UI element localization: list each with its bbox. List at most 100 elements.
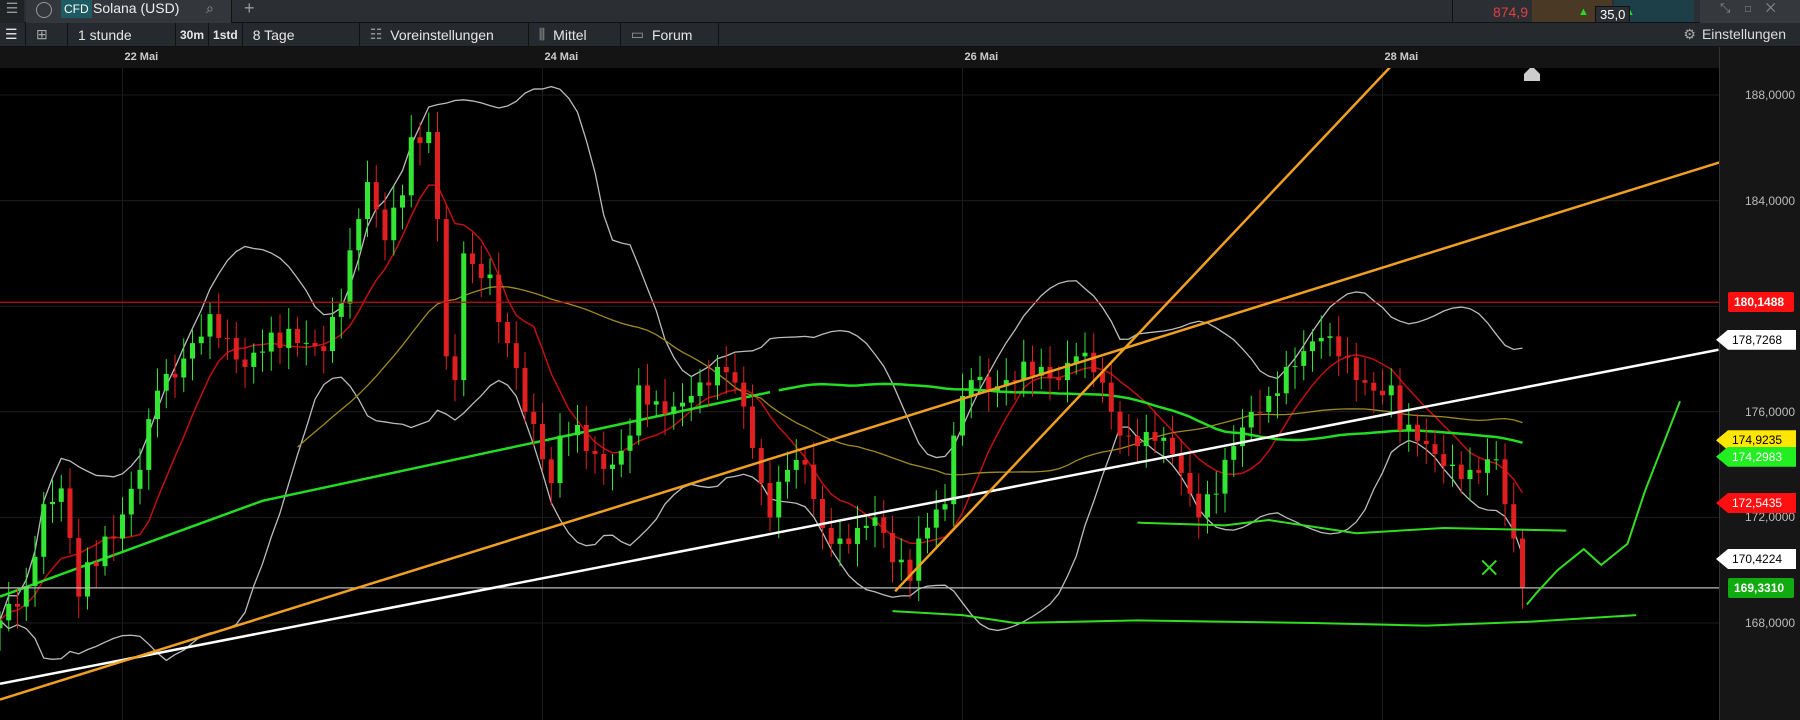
candle-body: [828, 527, 834, 544]
candle-body: [93, 562, 99, 567]
candle-body: [610, 464, 615, 469]
candle-body: [671, 406, 677, 414]
candle-body: [1327, 336, 1333, 338]
candle-body: [1493, 459, 1499, 461]
candle-body: [855, 527, 860, 545]
price-tag: 180,1488: [1728, 292, 1794, 313]
candle-body: [863, 525, 869, 528]
price-tag: 170,4224: [1716, 549, 1796, 570]
candle-body: [1082, 352, 1088, 357]
candle-body: [1135, 436, 1140, 447]
candle-body: [382, 209, 388, 241]
candle-body: [172, 373, 178, 378]
candle-body: [295, 328, 300, 344]
candle-body: [741, 382, 747, 407]
price-tag: 178,7268: [1716, 329, 1796, 350]
candle-body: [1345, 356, 1350, 358]
candle-body: [636, 385, 642, 436]
candle-body: [408, 137, 414, 196]
candle-body: [452, 356, 458, 381]
candle-body: [557, 435, 563, 484]
price-tag: 169,3310: [1728, 577, 1794, 598]
candle-body: [592, 451, 598, 455]
candle-body: [198, 336, 204, 344]
candle-body: [706, 382, 712, 386]
candle-body: [968, 380, 974, 397]
candle-body: [916, 538, 922, 581]
candle-body: [1353, 357, 1359, 381]
candle-body: [680, 402, 685, 407]
candle-body: [260, 351, 265, 353]
candle-body: [417, 137, 423, 144]
candle-body: [522, 368, 528, 412]
candle-body: [531, 411, 537, 425]
candle-body: [120, 514, 125, 539]
candle-body: [1030, 361, 1035, 376]
candle-body: [15, 603, 20, 607]
candle-body: [933, 509, 939, 528]
candle-body: [986, 376, 992, 391]
candle-body: [1257, 411, 1263, 413]
candle-body: [1117, 411, 1123, 436]
candle-body: [23, 586, 29, 607]
candle-body: [1205, 494, 1210, 518]
candle-body: [233, 337, 239, 360]
candle-body: [1196, 493, 1202, 518]
candle-body: [566, 435, 572, 437]
candle-body: [373, 182, 379, 210]
scroll-to-latest-icon: [1524, 68, 1540, 81]
candle-body: [890, 532, 895, 563]
candle-body: [1336, 336, 1342, 357]
price-chart[interactable]: [0, 0, 1800, 720]
candle-body: [846, 538, 852, 545]
trend-white: [0, 348, 1719, 685]
candle-body: [242, 359, 248, 367]
candle-body: [505, 322, 510, 344]
candle-body: [312, 342, 318, 347]
candle-body: [111, 536, 117, 539]
candle-body: [1248, 411, 1254, 428]
candle-body: [216, 314, 222, 338]
candle-body: [1161, 437, 1167, 441]
price-tag: 172,5435: [1716, 493, 1796, 514]
candle-body: [627, 435, 633, 451]
candle-body: [653, 401, 659, 405]
candle-body: [688, 395, 694, 403]
candle-body: [251, 352, 257, 367]
candle-body: [1432, 444, 1438, 455]
candle-body: [1143, 432, 1149, 447]
candle-body: [435, 131, 440, 220]
forecast-arrow: [1526, 400, 1681, 606]
candle-body: [50, 501, 55, 505]
candle-body: [1388, 385, 1394, 396]
candle-body: [1415, 424, 1420, 441]
candle-body: [723, 366, 729, 373]
candle-body: [496, 274, 502, 323]
candle-body: [1310, 341, 1315, 352]
candle-body: [697, 382, 703, 396]
candle-body: [338, 303, 344, 317]
candle-body: [1362, 380, 1368, 383]
candle-body: [207, 314, 213, 337]
candle-body: [1091, 352, 1097, 373]
candle-body: [793, 459, 799, 470]
price-tick-label: 184,0000: [1745, 193, 1796, 208]
candle-body: [487, 274, 493, 279]
price-tick-label: 168,0000: [1745, 616, 1796, 630]
candle-body: [1485, 459, 1490, 473]
candle-body: [898, 559, 904, 563]
candle-body: [1318, 337, 1324, 342]
candle-body: [41, 504, 47, 557]
candle-body: [365, 182, 370, 220]
candle-body: [303, 342, 309, 344]
candle-body: [32, 556, 38, 587]
candle-body: [1467, 469, 1473, 480]
candle-body: [872, 517, 878, 526]
candle-body: [1292, 365, 1298, 367]
candle-body: [732, 372, 738, 383]
candle-body: [67, 488, 73, 538]
candle-body: [548, 459, 554, 484]
candle-body: [163, 373, 169, 391]
candle-body: [391, 207, 397, 241]
candle-body: [356, 219, 362, 251]
